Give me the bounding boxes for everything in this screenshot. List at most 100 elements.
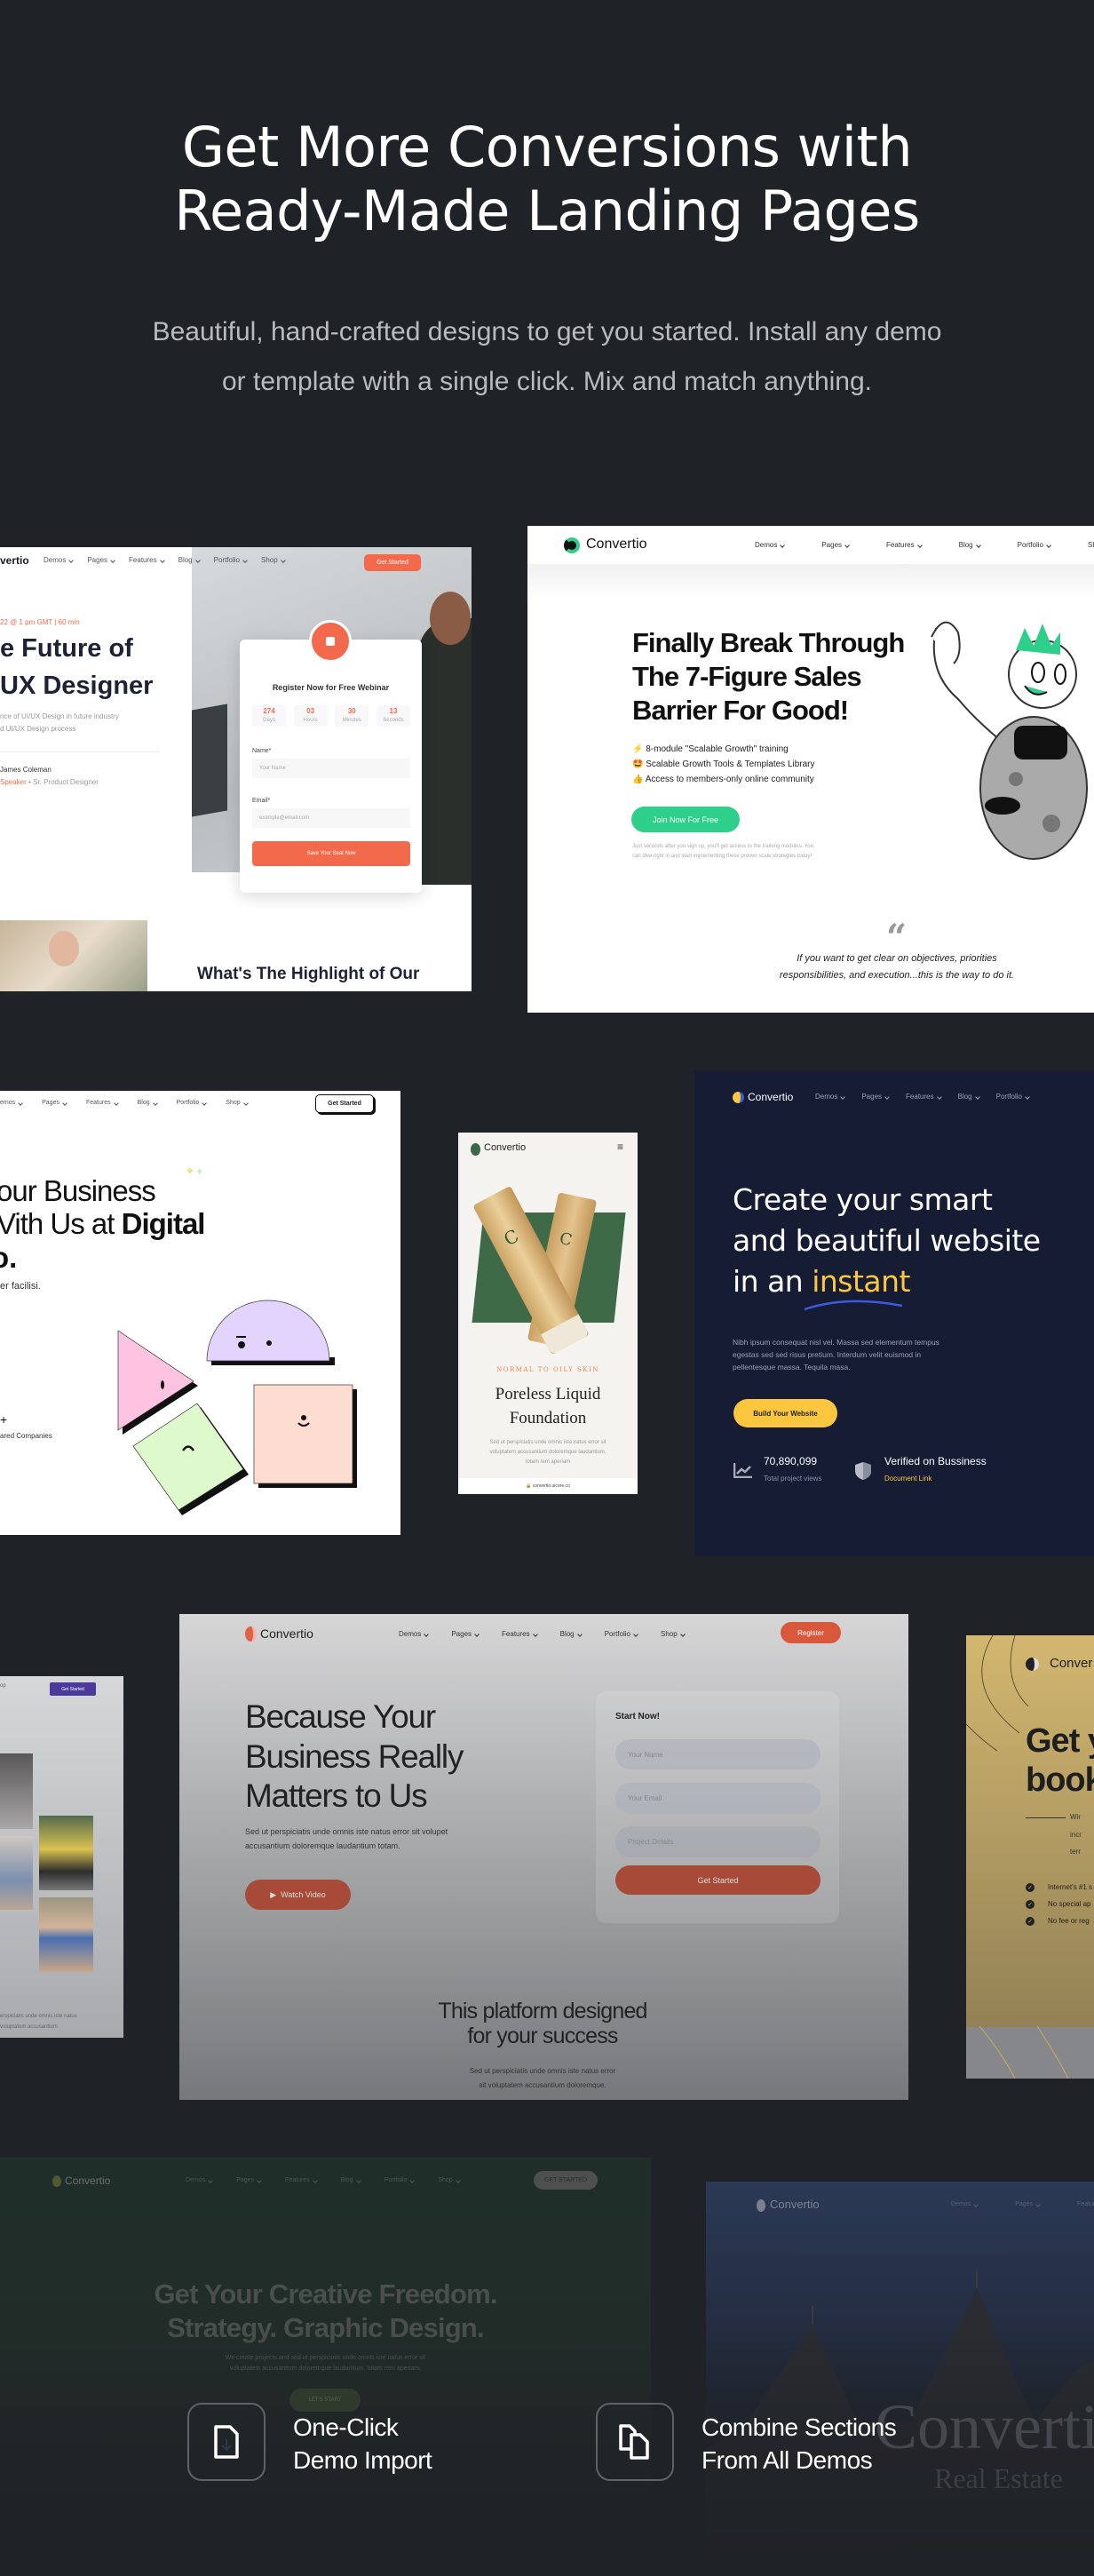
nav-item[interactable]: Pages bbox=[1015, 2201, 1042, 2207]
demo-card-creative[interactable]: Convertio Demos Pages Features Blog Portfoli… bbox=[0, 2158, 651, 2564]
divider bbox=[1026, 1817, 1066, 1818]
demo-card-book[interactable]: Conver Get y book Wir incr terr ✓Interne… bbox=[966, 1635, 1094, 2079]
demo-card-agency[interactable]: emos Pages Features Blog Portfolio Shop Get S… bbox=[0, 1091, 400, 1535]
get-started-button[interactable]: GET STARTED bbox=[534, 2171, 598, 2190]
section-description: sit voluptatem accusantium doloremque. bbox=[479, 2081, 606, 2089]
nav-item[interactable]: Blog bbox=[178, 556, 202, 564]
countdown: 274 Days 03 Hours 30 Minutes 13 Seconds bbox=[252, 705, 410, 727]
nav-item[interactable]: Pages bbox=[236, 2177, 263, 2183]
demo-card-mobile-cosmetics[interactable]: Convertio ≡ C C NORMAL TO OILY SKIN Pore… bbox=[458, 1133, 638, 1494]
nav-item[interactable]: Demos bbox=[755, 541, 786, 549]
save-seat-button[interactable]: Save Your Seat Now bbox=[252, 841, 410, 866]
nav-item[interactable]: Demos bbox=[399, 1630, 430, 1638]
nav-item[interactable]: Portfolio bbox=[214, 556, 249, 564]
nav-item[interactable]: Features bbox=[906, 1093, 943, 1101]
demo-card-real-estate[interactable]: Convertio Demos Pages Features Converti Re… bbox=[706, 2182, 1094, 2564]
nav-item[interactable]: Demos bbox=[44, 556, 75, 564]
name-label: Name* bbox=[252, 748, 272, 754]
nav-item[interactable]: Pages bbox=[87, 556, 116, 564]
signup-note: Just seconds after you sign up, you'll g… bbox=[632, 844, 813, 849]
description: voluptatem accusantium bbox=[0, 2024, 58, 2030]
signup-note: can dive right in and start implementing… bbox=[632, 854, 813, 859]
divider bbox=[0, 751, 160, 752]
description: accusantium doloremque laudantium totam. bbox=[245, 1841, 400, 1850]
get-started-button[interactable]: Get Started bbox=[615, 1865, 820, 1895]
nav-item[interactable]: Features bbox=[129, 556, 166, 564]
nav-item[interactable]: Shop bbox=[661, 1630, 686, 1638]
nav-item[interactable]: Shop bbox=[438, 2177, 461, 2183]
logo[interactable]: vertio bbox=[0, 554, 29, 567]
logo[interactable]: Convertio bbox=[770, 2198, 820, 2211]
register-button[interactable]: Register bbox=[781, 1622, 841, 1643]
product-title: Poreless Liquid bbox=[495, 1385, 601, 1403]
description: voluptatem accusantium doloremque laudan… bbox=[229, 2365, 422, 2372]
nav-item[interactable]: Features bbox=[1077, 2201, 1094, 2207]
lets-start-button[interactable]: LET'S START bbox=[289, 2389, 361, 2412]
speaker-name: James Coleman bbox=[0, 766, 52, 774]
logo-icon bbox=[564, 537, 580, 553]
menu-icon[interactable]: ≡ bbox=[617, 1141, 623, 1153]
stat-value: 70,890,099 bbox=[764, 1455, 818, 1467]
demo-card-sales[interactable]: Convertio Demos Pages Features Blog Portfoli… bbox=[527, 526, 1094, 1013]
countdown-unit: 30 Minutes bbox=[335, 705, 369, 727]
testimonial-quote: responsibilities, and execution...this i… bbox=[779, 970, 1015, 981]
nav-item[interactable]: Features bbox=[502, 1630, 539, 1638]
watch-video-button[interactable]: ▶ Watch Video bbox=[245, 1880, 351, 1910]
headline-line1: Because Your bbox=[245, 1698, 436, 1735]
feature-icon-box bbox=[187, 2403, 266, 2481]
main-nav: Demos Pages Features Blog Portfolio Shop bbox=[186, 2177, 462, 2183]
demo-card-fitness[interactable]: op Get Started erspiciatis unde omnis is… bbox=[0, 1676, 123, 2038]
nav-item[interactable]: Shop bbox=[1088, 541, 1094, 549]
nav-item[interactable]: Portfolio bbox=[1018, 541, 1052, 549]
header-shadow bbox=[527, 564, 1094, 600]
get-started-button[interactable]: Get Started bbox=[50, 1682, 96, 1696]
nav-item-shop[interactable]: op bbox=[0, 1683, 6, 1689]
logo[interactable]: Convertio bbox=[65, 2174, 110, 2187]
benefit-item: 🤩 Scalable Growth Tools & Templates Libr… bbox=[632, 759, 815, 769]
logo[interactable]: Convertio bbox=[586, 537, 646, 553]
get-started-button[interactable]: Get Started bbox=[364, 554, 421, 571]
check-item: ✓ No fee or reg bbox=[1026, 1912, 1092, 1929]
check-circle-icon: ✓ bbox=[1026, 1916, 1035, 1926]
video-thumbnail bbox=[0, 920, 147, 991]
headline-line2: UX Designer bbox=[0, 672, 154, 700]
logo[interactable]: Convertio bbox=[484, 1142, 526, 1153]
nav-item[interactable]: Demos bbox=[815, 1093, 846, 1101]
nav-item[interactable]: Pages bbox=[451, 1630, 480, 1638]
build-website-button[interactable]: Build Your Website bbox=[733, 1399, 837, 1427]
nav-item[interactable]: Blog bbox=[958, 1093, 981, 1101]
name-input[interactable]: Your Name bbox=[252, 759, 410, 778]
name-input[interactable]: Your Name bbox=[615, 1739, 820, 1769]
form-title: Start Now! bbox=[615, 1712, 660, 1721]
email-input[interactable]: example@email.com bbox=[252, 808, 410, 828]
nav-item[interactable]: Blog bbox=[959, 541, 982, 549]
person-silhouette bbox=[418, 618, 472, 885]
nav-item[interactable]: Features bbox=[886, 541, 924, 549]
logo-icon bbox=[1026, 1658, 1039, 1671]
document-link[interactable]: Document Link bbox=[884, 1475, 931, 1483]
nav-item[interactable]: Blog bbox=[560, 1630, 583, 1638]
nav-item[interactable]: Portfolio bbox=[605, 1630, 639, 1638]
project-details-input[interactable]: Project Details bbox=[615, 1826, 820, 1857]
nav-item[interactable]: Portfolio bbox=[384, 2177, 416, 2183]
nav-item[interactable]: Blog bbox=[341, 2177, 362, 2183]
logo[interactable]: Convertio bbox=[260, 1626, 313, 1641]
nav-item[interactable]: Shop bbox=[261, 556, 287, 564]
countdown-unit: 03 Hours bbox=[293, 705, 328, 727]
nav-item[interactable]: Demos bbox=[951, 2201, 979, 2207]
nav-item[interactable]: Pages bbox=[821, 541, 851, 549]
nav-item[interactable]: Portfolio bbox=[996, 1093, 1031, 1101]
logo[interactable]: Convertio bbox=[748, 1091, 793, 1103]
nav-item[interactable]: Demos bbox=[186, 2177, 214, 2183]
demo-card-builder[interactable]: Convertio Demos Pages Features Blog Portfoli… bbox=[694, 1071, 1094, 1556]
demo-card-webinar[interactable]: vertio Demos Pages Features Blog Portfolio Sh… bbox=[0, 547, 472, 991]
nav-item[interactable]: Pages bbox=[861, 1093, 891, 1101]
countdown-value: 274 bbox=[263, 707, 275, 715]
stat-label: Total project views bbox=[764, 1475, 822, 1483]
demo-card-business[interactable]: Convertio Demos Pages Features Blog Portfoli… bbox=[179, 1614, 908, 2100]
nav-item[interactable]: Features bbox=[285, 2177, 319, 2183]
email-input[interactable]: Your Email bbox=[615, 1783, 820, 1814]
logo[interactable]: Conver bbox=[1050, 1656, 1092, 1671]
main-nav: Demos Pages Features Blog Portfolio Shop bbox=[44, 556, 287, 564]
join-now-button[interactable]: Join Now For Free bbox=[631, 807, 740, 832]
